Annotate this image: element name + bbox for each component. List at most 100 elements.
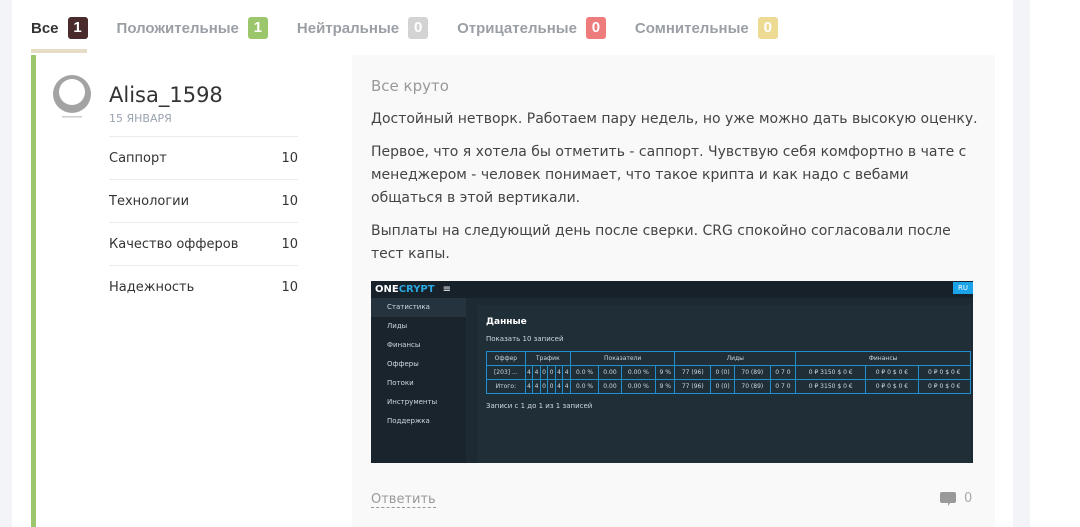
rating-label: Саппорт: [109, 150, 167, 166]
screenshot-cell: 9 %: [655, 379, 676, 394]
screenshot-main: Данные Показать 10 записей Оффер Трафик По…: [478, 305, 972, 463]
screenshot-cell: 0: [547, 379, 556, 394]
screenshot-cell: 0.0 %: [569, 365, 600, 380]
screenshot-cell: 0: [539, 365, 549, 380]
active-tab-indicator: [31, 49, 87, 53]
screenshot-footer: Записи с 1 до 1 из 1 записей: [486, 402, 593, 410]
screenshot-group-header: Показатели: [569, 351, 676, 366]
rating-label: Надежность: [109, 279, 195, 295]
screenshot-cell: 4: [562, 379, 571, 394]
screenshot-cell: 77 (96): [674, 365, 712, 380]
tab-positive[interactable]: Положительные 1: [117, 17, 268, 39]
screenshot-group-header: Оффер: [486, 351, 526, 366]
screenshot-menu-item: Потоки: [387, 379, 414, 387]
screenshot-cell: 70 (89): [733, 365, 771, 380]
screenshot-table: Оффер Трафик Показатели Лиды Финансы [203] ..…: [486, 351, 972, 394]
right-gutter: [1013, 0, 1030, 527]
tab-negative[interactable]: Отрицательные 0: [457, 17, 606, 39]
rating-row: Надежность 10: [109, 265, 298, 308]
review-body: Достойный нетворк. Работаем пару недель,…: [371, 108, 981, 276]
screenshot-cell: [203] ...: [486, 365, 526, 380]
screenshot-cell: 0.00: [598, 365, 622, 380]
review-paragraph: Достойный нетворк. Работаем пару недель,…: [371, 111, 978, 127]
author-name[interactable]: Alisa_1598: [109, 83, 223, 107]
screenshot-show-control: Показать 10 записей: [486, 335, 564, 343]
tab-count-badge: 0: [408, 17, 429, 39]
review-card: Все круто Достойный нетворк. Работаем па…: [352, 55, 995, 527]
screenshot-menu-item: Статистика: [371, 298, 466, 317]
tab-count-badge: 0: [585, 17, 606, 39]
tab-neutral[interactable]: Нейтральные 0: [296, 17, 429, 39]
screenshot-cell: 4: [524, 379, 534, 394]
screenshot-cell: 0.0 %: [569, 379, 600, 394]
screenshot-menu-item: Офферы: [387, 360, 419, 368]
review-paragraph: Выплаты на следующий день после сверки. …: [371, 223, 951, 262]
review-title: Все круто: [371, 77, 449, 95]
tab-all[interactable]: Все 1: [31, 17, 88, 39]
screenshot-cell: 0 ₽ 3150 $ 0 €: [795, 365, 867, 380]
tab-label: Сомнительные: [634, 19, 749, 37]
tab-label: Все: [31, 19, 59, 37]
screenshot-cell: 0 7 0: [769, 365, 797, 380]
avatar-icon: [53, 75, 91, 118]
reply-link[interactable]: Ответить: [371, 492, 436, 508]
screenshot-topbar: ONECRYPT ≡ RU: [371, 281, 973, 298]
screenshot-cell: 0: [539, 379, 549, 394]
screenshot-sidebar: Статистика Лиды Финансы Офферы Потоки Ин…: [371, 298, 466, 463]
screenshot-cell: Итого:: [486, 379, 526, 394]
screenshot-menu-item: Лиды: [387, 322, 408, 330]
rating-value: 10: [281, 150, 298, 166]
screenshot-cell: 0 (0): [710, 365, 735, 380]
ratings-list: Саппорт 10 Технологии 10 Качество офферов 1…: [109, 136, 298, 308]
screenshot-cell: 0.00: [598, 379, 622, 394]
review-date: 15 ЯНВАРЯ: [109, 112, 172, 125]
screenshot-cell: 0 ₽ 0 $ 0 €: [865, 365, 919, 380]
screenshot-cell: 0 ₽ 0 $ 0 €: [865, 379, 919, 394]
screenshot-heading: Данные: [486, 317, 527, 327]
screenshot-cell: 4: [532, 379, 541, 394]
screenshot-cell: 4: [554, 379, 564, 394]
screenshot-cell: 0 ₽ 3150 $ 0 €: [795, 379, 867, 394]
screenshot-cell: 0 7 0: [769, 379, 797, 394]
rating-row: Качество офферов 10: [109, 222, 298, 265]
tab-count-badge: 0: [757, 17, 778, 39]
tab-label: Отрицательные: [457, 19, 577, 37]
screenshot-cell: 0 (0): [710, 379, 735, 394]
screenshot-cell: 4: [554, 365, 564, 380]
review-paragraph: Первое, что я хотела бы отметить - саппо…: [371, 144, 967, 206]
screenshot-cell: 0 ₽ 0 $ 0 €: [917, 365, 972, 380]
tab-doubtful[interactable]: Сомнительные 0: [635, 17, 778, 39]
rating-value: 10: [281, 236, 298, 252]
screenshot-menu-item: Финансы: [387, 341, 421, 349]
screenshot-cell: 9 %: [655, 365, 676, 380]
screenshot-menu-item: Инструменты: [387, 398, 438, 406]
screenshot-cell: 0.00 %: [620, 379, 657, 394]
rating-value: 10: [281, 193, 298, 209]
positive-review-marker: [31, 55, 36, 527]
screenshot-cell: 70 (89): [733, 379, 771, 394]
comment-count[interactable]: 0: [940, 491, 972, 506]
screenshot-cell: 0: [547, 365, 556, 380]
comment-count-value: 0: [964, 491, 973, 506]
screenshot-cell: 0.00 %: [620, 365, 657, 380]
screenshot-group-header: Трафик: [524, 351, 571, 366]
screenshot-cell: 4: [532, 365, 541, 380]
attached-screenshot[interactable]: ONECRYPT ≡ RU Статистика Лиды Финансы Оф…: [371, 281, 973, 463]
tab-label: Положительные: [116, 19, 239, 37]
rating-value: 10: [281, 279, 298, 295]
rating-row: Технологии 10: [109, 179, 298, 222]
screenshot-group-header: Финансы: [795, 351, 971, 366]
rating-label: Технологии: [109, 193, 190, 209]
rating-label: Качество офферов: [109, 236, 239, 252]
review-filter-tabs: Все 1 Положительные 1 Нейтральные 0 Отрицат…: [31, 17, 807, 39]
menu-icon: ≡: [442, 284, 451, 295]
screenshot-menu-item: Поддержка: [387, 417, 430, 425]
comment-icon: [940, 491, 956, 506]
rating-row: Саппорт 10: [109, 136, 298, 179]
tab-label: Нейтральные: [296, 19, 400, 37]
screenshot-cell: 4: [524, 365, 534, 380]
tab-count-badge: 1: [67, 17, 88, 39]
screenshot-cell: 0 ₽ 0 $ 0 €: [917, 379, 972, 394]
onecrypt-logo: ONECRYPT: [375, 284, 435, 295]
tab-count-badge: 1: [247, 17, 268, 39]
